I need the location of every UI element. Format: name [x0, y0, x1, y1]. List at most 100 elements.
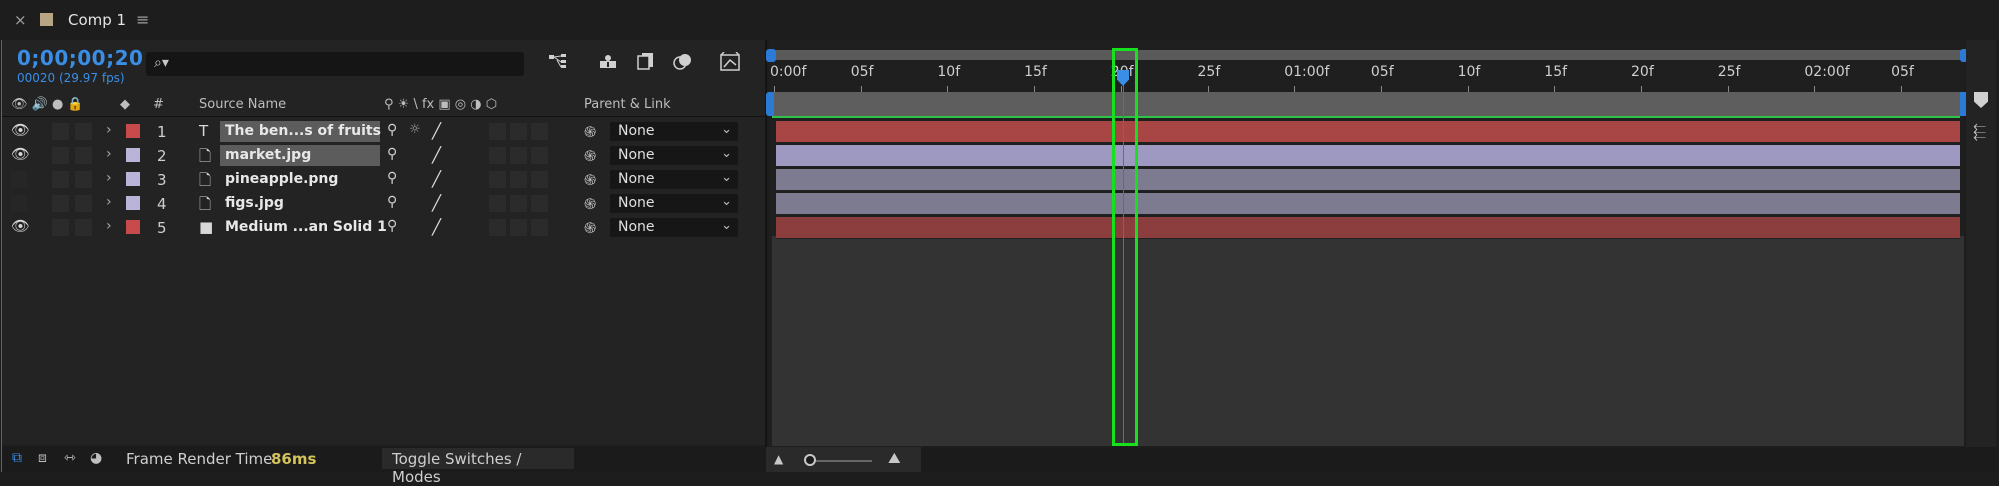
work-area-bar[interactable] — [772, 92, 1960, 116]
transfer-controls-pane-icon[interactable]: ⧈ — [38, 450, 47, 466]
lock-toggle[interactable] — [75, 123, 92, 140]
zoom-in-icon[interactable]: ⛰ — [888, 449, 901, 467]
toggle-switches-modes-button[interactable]: Toggle Switches / Modes — [382, 448, 574, 486]
zoom-slider-track[interactable] — [810, 460, 872, 462]
layer-row[interactable]: › 4 🗋 figs.jpg ⚲ ╱ ֍ None ⌄ — [2, 192, 765, 215]
parent-dropdown[interactable]: None ⌄ — [610, 146, 738, 165]
tab-comp-title[interactable]: Comp 1 — [68, 11, 126, 29]
adjustment-switch[interactable] — [510, 123, 527, 140]
work-area-start-handle[interactable] — [766, 92, 774, 116]
parent-dropdown[interactable]: None ⌄ — [610, 122, 738, 141]
adjustment-switch[interactable] — [510, 195, 527, 212]
3d-layer-switch[interactable] — [531, 219, 548, 236]
shy-switch-icon[interactable]: ⚲ — [387, 218, 397, 234]
layer-duration-bar[interactable] — [776, 145, 1960, 167]
frame-blending-icon[interactable] — [632, 52, 658, 76]
layer-row[interactable]: 👁 › 5 ■ Medium ...an Solid 1 ⚲ ╱ ֍ None … — [2, 216, 765, 239]
layer-name-box[interactable]: pineapple.png — [220, 169, 380, 190]
quality-switch-icon[interactable]: ╱ — [432, 218, 441, 236]
zoom-out-icon[interactable]: ▲ — [774, 452, 783, 466]
3d-layer-switch[interactable] — [531, 123, 548, 140]
motion-blur-switch[interactable] — [489, 195, 506, 212]
shy-switch-icon[interactable]: ⚲ — [387, 146, 397, 162]
expand-chevron-icon[interactable]: › — [106, 122, 112, 138]
expand-chevron-icon[interactable]: › — [106, 194, 112, 210]
pick-whip-icon[interactable]: ֍ — [584, 218, 596, 238]
time-navigator-start-handle[interactable] — [766, 49, 776, 62]
layer-name-box[interactable]: Medium ...an Solid 1 — [220, 217, 387, 238]
time-ruler[interactable]: 0:00f05f10f15f20f25f01:00f05f10f15f20f25… — [770, 62, 1964, 94]
graph-editor-icon[interactable] — [717, 51, 743, 76]
layer-row[interactable]: 👁 › 1 T The ben...s of fruits ⚲ ☼ ╱ ֍ No… — [2, 120, 765, 143]
motion-blur-icon[interactable] — [670, 52, 696, 76]
parent-link-column-header[interactable]: Parent & Link — [584, 97, 671, 112]
pick-whip-icon[interactable]: ֍ — [584, 146, 596, 166]
visibility-toggle-empty[interactable] — [10, 171, 27, 188]
expand-chevron-icon[interactable]: › — [106, 218, 112, 234]
audio-toggle[interactable] — [52, 147, 69, 164]
parent-dropdown[interactable]: None ⌄ — [610, 194, 738, 213]
quality-switch-icon[interactable]: ╱ — [432, 170, 441, 188]
in-out-pane-icon[interactable]: ⇿ — [64, 450, 76, 466]
audio-toggle[interactable] — [52, 219, 69, 236]
source-name-column-header[interactable]: Source Name — [199, 97, 286, 112]
pick-whip-icon[interactable]: ֍ — [584, 122, 596, 142]
zoom-slider-knob[interactable] — [804, 454, 816, 466]
search-input[interactable]: ⌕▾ — [146, 52, 524, 76]
lock-toggle[interactable] — [75, 171, 92, 188]
switches-column-header[interactable]: ⚲ ☀ \ fx ▣ ◎ ◑ ⬡ — [384, 97, 497, 112]
comp-mini-flowchart-icon[interactable] — [545, 52, 571, 76]
layer-row[interactable]: 👁 › 2 🗋 market.jpg ⚲ ╱ ֍ None ⌄ — [2, 144, 765, 167]
label-color-swatch[interactable] — [126, 196, 140, 210]
3d-layer-switch[interactable] — [531, 195, 548, 212]
visibility-eye-icon[interactable]: 👁 — [11, 121, 30, 139]
audio-toggle[interactable] — [52, 171, 69, 188]
visibility-eye-icon[interactable]: 👁 — [11, 145, 30, 163]
shy-switch-icon[interactable]: ⚲ — [387, 194, 397, 210]
layer-name-box[interactable]: figs.jpg — [220, 193, 380, 214]
shy-switch-icon[interactable]: ⚲ — [387, 170, 397, 186]
lock-toggle[interactable] — [75, 219, 92, 236]
motion-blur-switch[interactable] — [489, 147, 506, 164]
motion-blur-switch[interactable] — [489, 219, 506, 236]
audio-toggle[interactable] — [52, 195, 69, 212]
time-navigator-bar[interactable] — [772, 50, 1964, 60]
label-color-swatch[interactable] — [126, 148, 140, 162]
layer-duration-bar[interactable] — [776, 217, 1960, 239]
layer-switches-pane-icon[interactable]: ⧉ — [12, 450, 22, 466]
motion-blur-switch[interactable] — [489, 123, 506, 140]
layer-name-box[interactable]: market.jpg — [220, 145, 380, 166]
shy-switch-icon[interactable]: ⚲ — [387, 122, 397, 138]
pick-whip-icon[interactable]: ֍ — [584, 170, 596, 190]
adjustment-switch[interactable] — [510, 147, 527, 164]
adjustment-switch[interactable] — [510, 219, 527, 236]
panel-menu-icon[interactable]: ≡ — [136, 10, 149, 29]
visibility-eye-icon[interactable]: 👁 — [11, 217, 30, 235]
layer-name-box[interactable]: The ben...s of fruits — [220, 121, 381, 142]
parent-dropdown[interactable]: None ⌄ — [610, 170, 738, 189]
label-color-swatch[interactable] — [126, 124, 140, 138]
layer-duration-bar[interactable] — [776, 169, 1960, 191]
3d-layer-switch[interactable] — [531, 147, 548, 164]
render-time-pane-icon[interactable]: ◕ — [90, 450, 102, 466]
expand-chevron-icon[interactable]: › — [106, 146, 112, 162]
lock-toggle[interactable] — [75, 147, 92, 164]
layer-duration-bar[interactable] — [776, 121, 1960, 143]
draft-3d-icon[interactable] — [595, 52, 621, 76]
close-icon[interactable]: × — [14, 11, 27, 29]
motion-blur-switch[interactable] — [489, 171, 506, 188]
quality-switch-icon[interactable]: ╱ — [432, 194, 441, 212]
quality-switch-icon[interactable]: ╱ — [432, 122, 441, 140]
label-color-swatch[interactable] — [126, 220, 140, 234]
parent-dropdown[interactable]: None ⌄ — [610, 218, 738, 237]
label-column-icon[interactable]: ◆ — [120, 97, 130, 112]
audio-toggle[interactable] — [52, 123, 69, 140]
pick-whip-icon[interactable]: ֍ — [584, 194, 596, 214]
adjustment-switch[interactable] — [510, 171, 527, 188]
quality-switch-icon[interactable]: ╱ — [432, 146, 441, 164]
av-features-header-icons[interactable]: 👁 🔊 ● 🔒 — [11, 97, 84, 112]
layer-row[interactable]: › 3 🗋 pineapple.png ⚲ ╱ ֍ None ⌄ — [2, 168, 765, 191]
lock-toggle[interactable] — [75, 195, 92, 212]
comp-button-icon[interactable]: ⬱ — [1973, 122, 1986, 142]
visibility-toggle-empty[interactable] — [10, 195, 27, 212]
